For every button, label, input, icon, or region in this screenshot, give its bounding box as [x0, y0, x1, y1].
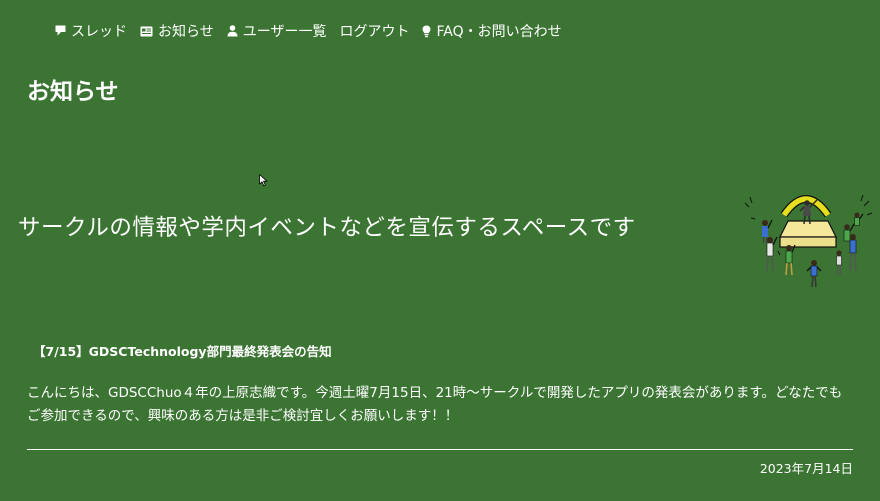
nav-item-users[interactable]: ユーザー一覧	[227, 21, 327, 41]
top-nav: スレッド お知らせ ユーザー一覧 ログアウト FAQ・お問い合わせ	[55, 20, 575, 42]
performer	[799, 199, 818, 225]
banner-text: サークルの情報や学内イベントなどを宣伝するスペースです	[18, 215, 636, 241]
post-date: 2023年7月14日	[759, 461, 853, 476]
post-title[interactable]: 【7/15】GDSCTechnology部門最終発表会の告知	[33, 342, 332, 362]
lightbulb-icon	[422, 25, 431, 37]
newspaper-icon	[140, 26, 153, 36]
divider	[27, 449, 853, 450]
nav-item-notices[interactable]: お知らせ	[140, 21, 214, 41]
nav-item-label: スレッド	[71, 24, 127, 40]
nav-item-threads[interactable]: スレッド	[55, 21, 127, 41]
event-stage-illustration	[744, 194, 873, 288]
nav-item-faq[interactable]: FAQ・お問い合わせ	[422, 21, 562, 41]
nav-item-label: FAQ・お問い合わせ	[436, 24, 562, 40]
stage-platform	[779, 220, 837, 248]
nav-item-label: お知らせ	[158, 24, 214, 40]
nav-item-label: ログアウト	[339, 24, 410, 40]
page-title: お知らせ	[27, 79, 119, 105]
mouse-cursor-icon	[259, 174, 268, 187]
nav-item-label: ユーザー一覧	[242, 24, 327, 40]
comment-icon	[55, 25, 66, 36]
post-body: こんにちは、GDSCChuo４年の上原志織です。今週土曜7月15日、21時～サー…	[27, 385, 843, 424]
user-icon	[227, 25, 238, 37]
nav-item-logout[interactable]: ログアウト	[339, 21, 409, 41]
